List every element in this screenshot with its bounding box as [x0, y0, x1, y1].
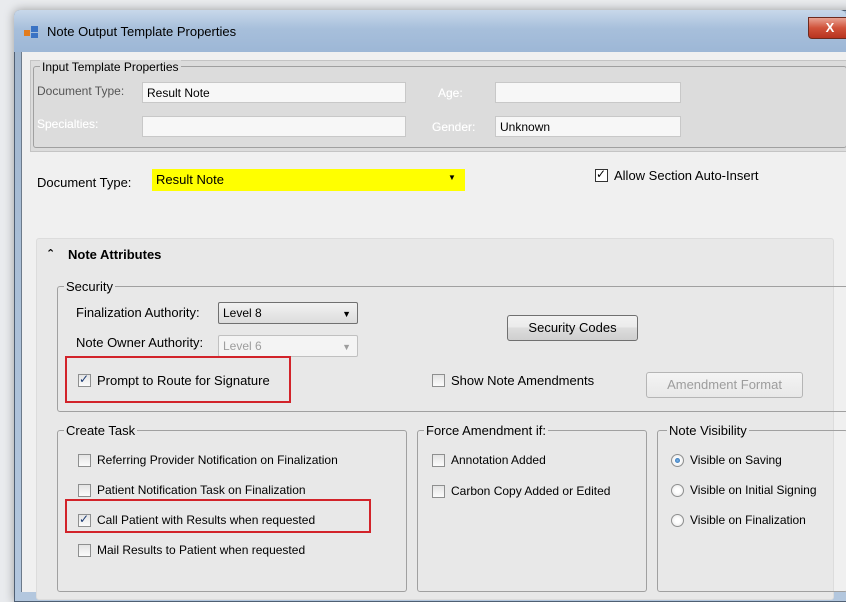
- force-amendment-label-1: Annotation Added: [451, 453, 546, 467]
- finalization-authority-value: Level 8: [223, 306, 262, 320]
- visibility-radio-2[interactable]: [671, 484, 684, 497]
- input-doc-type-field: Result Note: [142, 82, 406, 103]
- create-task-checkbox-2[interactable]: [78, 484, 91, 497]
- input-doc-type-label: Document Type:: [37, 84, 125, 98]
- chevron-down-icon: ▼: [342, 342, 351, 352]
- visibility-radio-1[interactable]: [671, 454, 684, 467]
- finalization-authority-label: Finalization Authority:: [76, 305, 200, 320]
- window-title: Note Output Template Properties: [47, 24, 237, 39]
- visibility-label-1: Visible on Saving: [690, 453, 782, 467]
- prompt-route-highlight: [65, 356, 291, 403]
- create-task-label-2: Patient Notification Task on Finalizatio…: [97, 483, 306, 497]
- create-task-group-label: Create Task: [64, 423, 138, 438]
- specialties-label: Specialties:: [37, 117, 99, 131]
- show-amendments-label: Show Note Amendments: [451, 373, 595, 388]
- create-task-label-4: Mail Results to Patient when requested: [97, 543, 306, 557]
- show-amendments-checkbox[interactable]: [432, 374, 445, 387]
- double-chevron-up-icon[interactable]: ⌃: [46, 247, 55, 260]
- document-type-value: Result Note: [156, 172, 224, 187]
- close-button[interactable]: X: [808, 17, 846, 39]
- allow-auto-insert-label: Allow Section Auto-Insert: [614, 168, 759, 183]
- note-visibility-group-label: Note Visibility: [667, 423, 749, 438]
- gender-label: Gender:: [432, 120, 476, 134]
- age-label: Age:: [438, 86, 463, 100]
- visibility-label-3: Visible on Finalization: [690, 513, 806, 527]
- chevron-down-icon: ▼: [342, 309, 351, 319]
- input-template-group-label: Input Template Properties: [40, 60, 181, 74]
- security-group-label: Security: [64, 279, 115, 294]
- visibility-label-2: Visible on Initial Signing: [690, 483, 817, 497]
- call-patient-highlight: [65, 499, 371, 533]
- create-task-checkbox-1[interactable]: [78, 454, 91, 467]
- document-type-dropdown[interactable]: Result Note ▼: [152, 169, 465, 191]
- force-amendment-group-label: Force Amendment if:: [424, 423, 548, 438]
- note-owner-authority-label: Note Owner Authority:: [76, 335, 204, 350]
- gender-field: Unknown: [495, 116, 681, 137]
- note-owner-authority-dropdown[interactable]: Level 6 ▼: [218, 335, 358, 357]
- amendment-format-button[interactable]: Amendment Format: [646, 372, 803, 398]
- window-app-icon: [24, 26, 38, 38]
- allow-auto-insert-checkbox[interactable]: [595, 167, 608, 182]
- finalization-authority-dropdown[interactable]: Level 8 ▼: [218, 302, 358, 324]
- chevron-down-icon: ▼: [448, 173, 456, 182]
- force-amendment-checkbox-2[interactable]: [432, 485, 445, 498]
- visibility-radio-3[interactable]: [671, 514, 684, 527]
- age-field: [495, 82, 681, 103]
- force-amendment-label-2: Carbon Copy Added or Edited: [451, 484, 611, 498]
- force-amendment-checkbox-1[interactable]: [432, 454, 445, 467]
- note-owner-authority-value: Level 6: [223, 339, 262, 353]
- create-task-label-1: Referring Provider Notification on Final…: [97, 453, 338, 467]
- create-task-checkbox-4[interactable]: [78, 544, 91, 557]
- security-codes-button[interactable]: Security Codes: [507, 315, 638, 341]
- note-attributes-header[interactable]: Note Attributes: [68, 247, 161, 262]
- specialties-field: [142, 116, 406, 137]
- document-type-label: Document Type:: [37, 175, 132, 190]
